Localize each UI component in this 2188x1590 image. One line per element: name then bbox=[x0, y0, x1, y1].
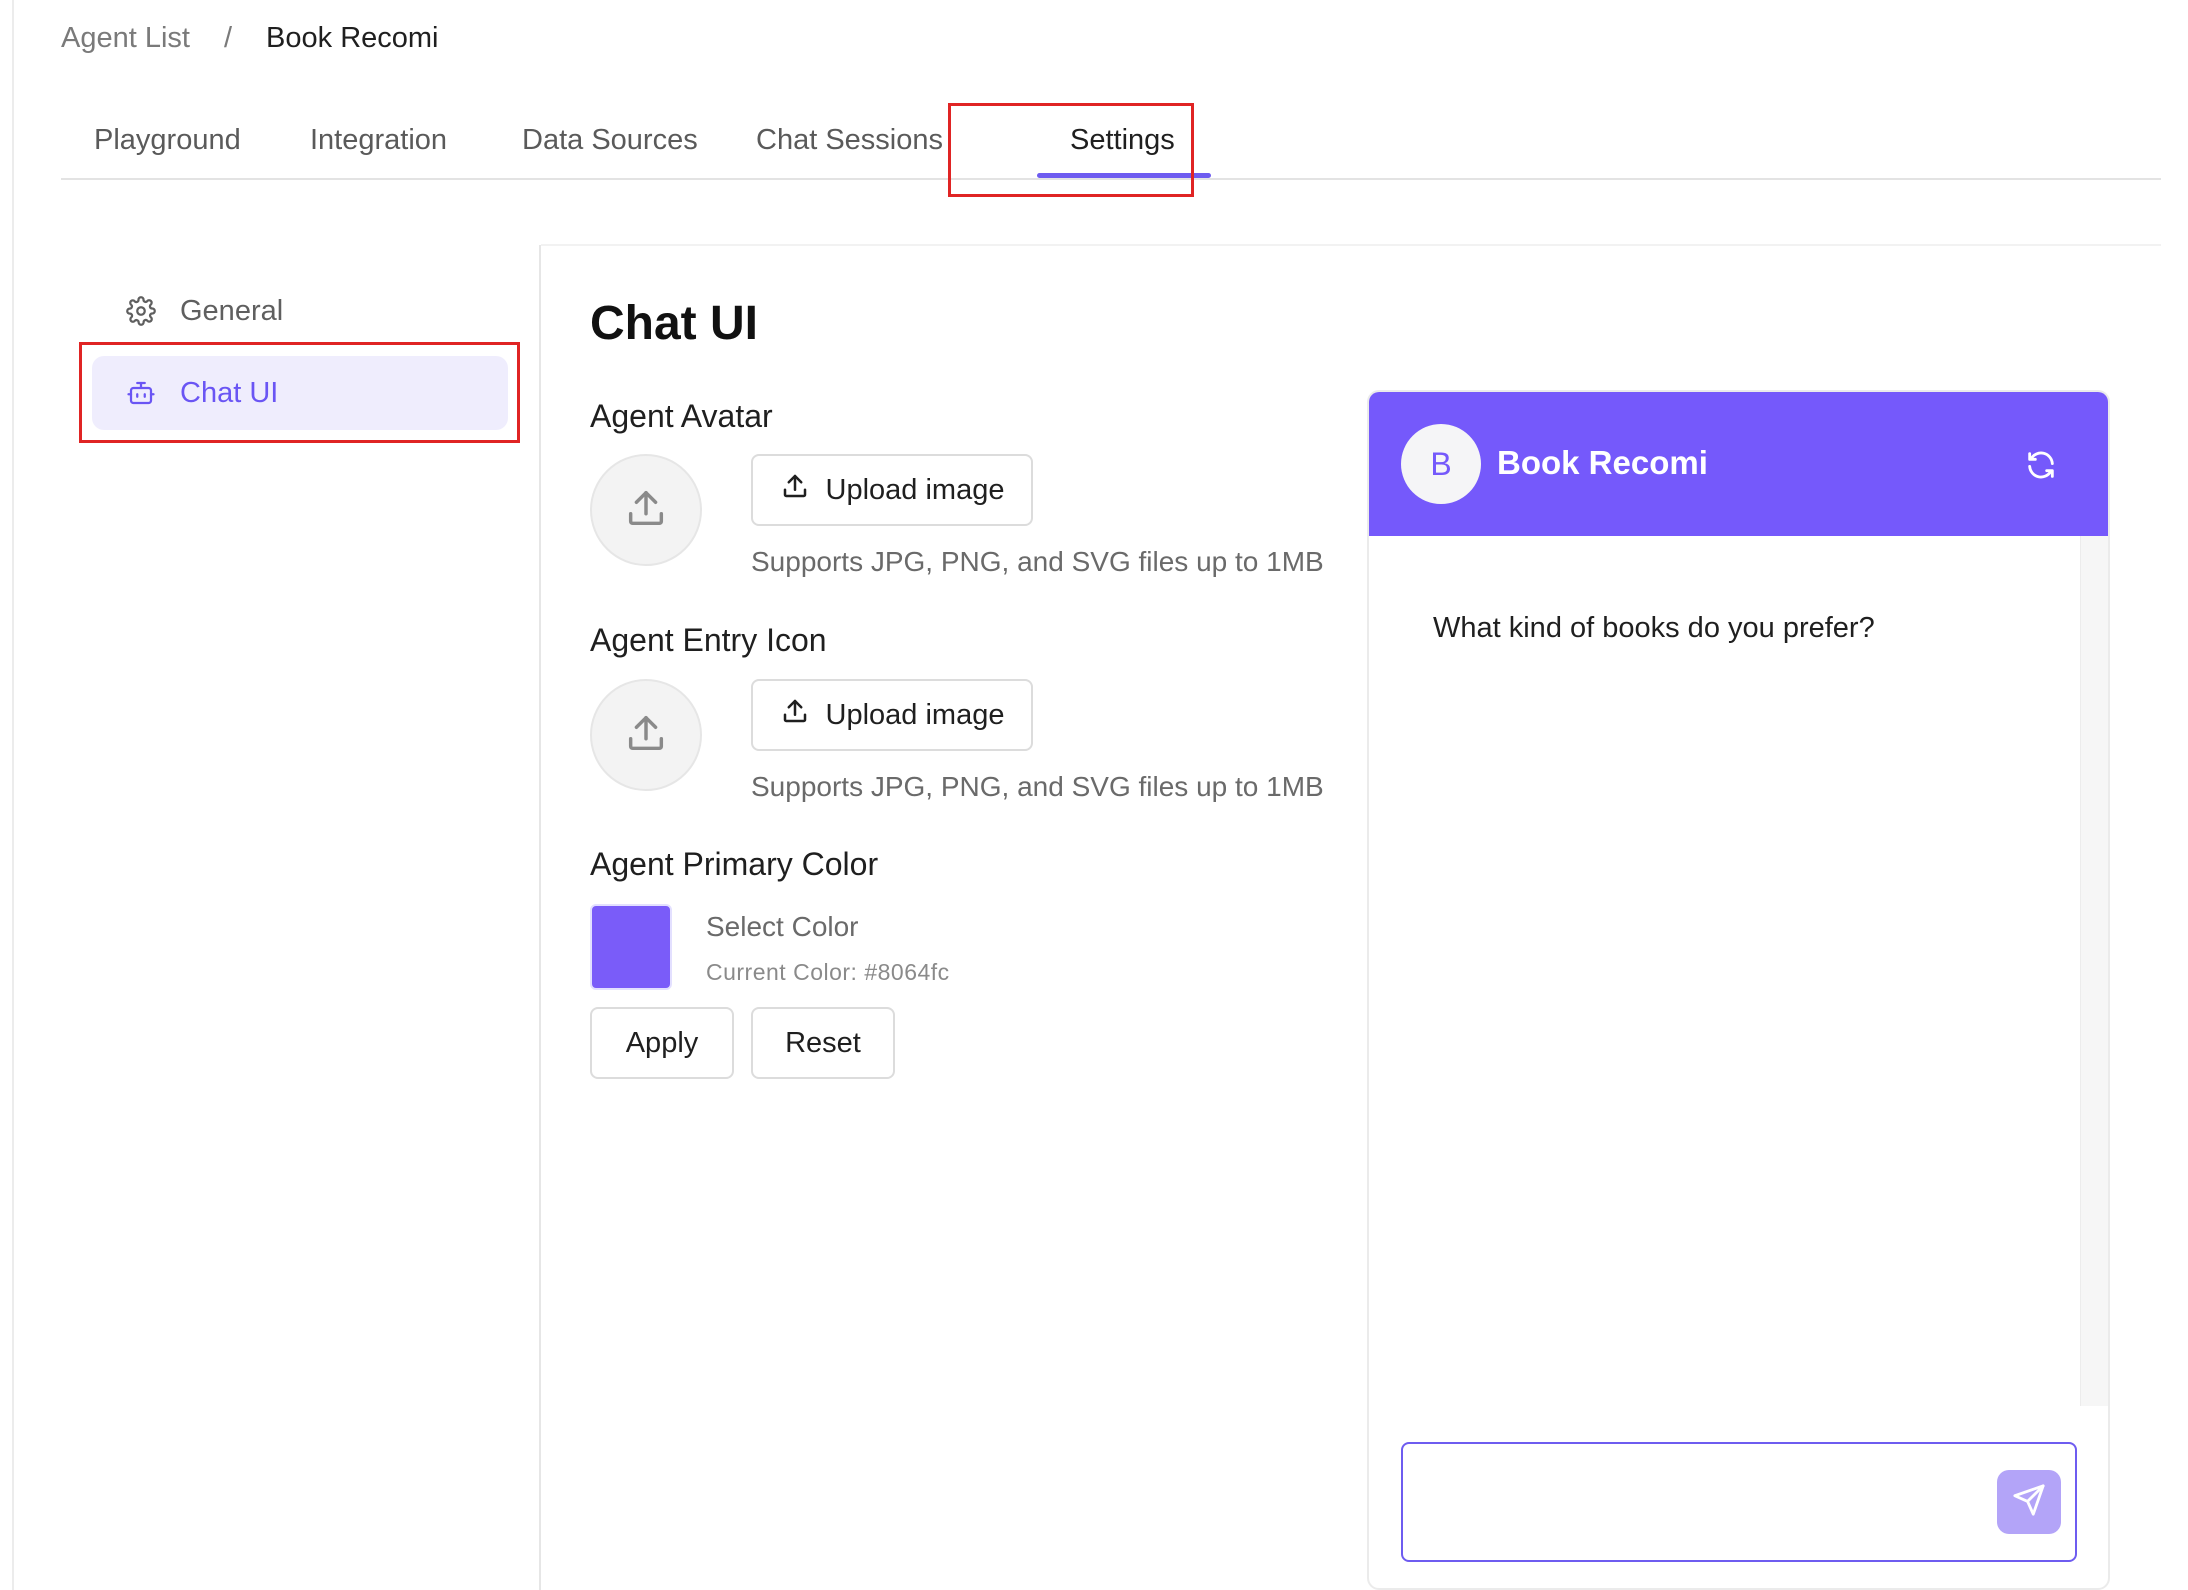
upload-entry-icon-button[interactable]: Upload image bbox=[751, 679, 1033, 751]
sidebar-item-general[interactable]: General bbox=[124, 294, 283, 328]
chat-scrollbar[interactable] bbox=[2080, 536, 2108, 1406]
color-swatch[interactable] bbox=[590, 904, 672, 990]
current-color-text: Current Color: #8064fc bbox=[706, 959, 950, 985]
agent-entry-icon-preview[interactable] bbox=[590, 679, 702, 791]
tab-data-sources[interactable]: Data Sources bbox=[522, 124, 698, 157]
agent-avatar-preview[interactable] bbox=[590, 454, 702, 566]
window-edge bbox=[12, 0, 14, 1590]
refresh-icon[interactable] bbox=[2024, 448, 2058, 482]
page-title: Chat UI bbox=[590, 297, 758, 350]
agent-avatar-label: Agent Avatar bbox=[590, 398, 773, 434]
breadcrumb-agent-list[interactable]: Agent List bbox=[61, 22, 190, 55]
upload-icon bbox=[623, 485, 669, 536]
avatar-file-hint: Supports JPG, PNG, and SVG files up to 1… bbox=[751, 546, 1324, 577]
gear-icon bbox=[124, 294, 158, 328]
tab-chat-sessions[interactable]: Chat Sessions bbox=[756, 124, 943, 157]
robot-icon bbox=[124, 376, 158, 410]
tab-integration[interactable]: Integration bbox=[310, 124, 447, 157]
entry-icon-file-hint: Supports JPG, PNG, and SVG files up to 1… bbox=[751, 771, 1324, 802]
active-tab-indicator bbox=[1037, 173, 1211, 178]
chat-preview: B Book Recomi What kind of books do you … bbox=[1367, 390, 2110, 1590]
apply-button[interactable]: Apply bbox=[590, 1007, 734, 1079]
tab-bar: Playground Integration Data Sources Chat… bbox=[61, 100, 2161, 180]
select-color-label[interactable]: Select Color bbox=[706, 911, 859, 943]
chat-preview-header: B Book Recomi bbox=[1369, 392, 2108, 536]
tab-playground[interactable]: Playground bbox=[94, 124, 241, 157]
upload-avatar-button[interactable]: Upload image bbox=[751, 454, 1033, 526]
sidebar-item-label: General bbox=[180, 294, 284, 327]
chat-preview-title: Book Recomi bbox=[1497, 444, 1708, 481]
chat-input[interactable] bbox=[1401, 1442, 2077, 1562]
send-icon bbox=[2012, 1483, 2046, 1522]
upload-button-label: Upload image bbox=[825, 698, 1005, 731]
send-button[interactable] bbox=[1997, 1470, 2061, 1534]
breadcrumb-current: Book Recomi bbox=[266, 22, 439, 54]
agent-entry-icon-label: Agent Entry Icon bbox=[590, 622, 827, 658]
bot-message: What kind of books do you prefer? bbox=[1433, 612, 1875, 644]
upload-icon bbox=[780, 696, 826, 734]
breadcrumb: Agent List / Book Recomi bbox=[61, 22, 439, 55]
reset-button[interactable]: Reset bbox=[751, 1007, 895, 1079]
upload-icon bbox=[623, 710, 669, 761]
sidebar-item-label: Chat UI bbox=[180, 376, 279, 409]
upload-button-label: Upload image bbox=[825, 473, 1005, 506]
upload-icon bbox=[780, 471, 826, 509]
avatar: B bbox=[1401, 424, 1481, 504]
sidebar-divider bbox=[539, 245, 541, 1590]
tab-settings[interactable]: Settings bbox=[1070, 124, 1175, 157]
breadcrumb-separator: / bbox=[223, 22, 233, 54]
content-divider bbox=[541, 244, 2161, 246]
sidebar-item-chat-ui[interactable]: Chat UI bbox=[92, 356, 508, 430]
agent-primary-color-label: Agent Primary Color bbox=[590, 846, 879, 882]
